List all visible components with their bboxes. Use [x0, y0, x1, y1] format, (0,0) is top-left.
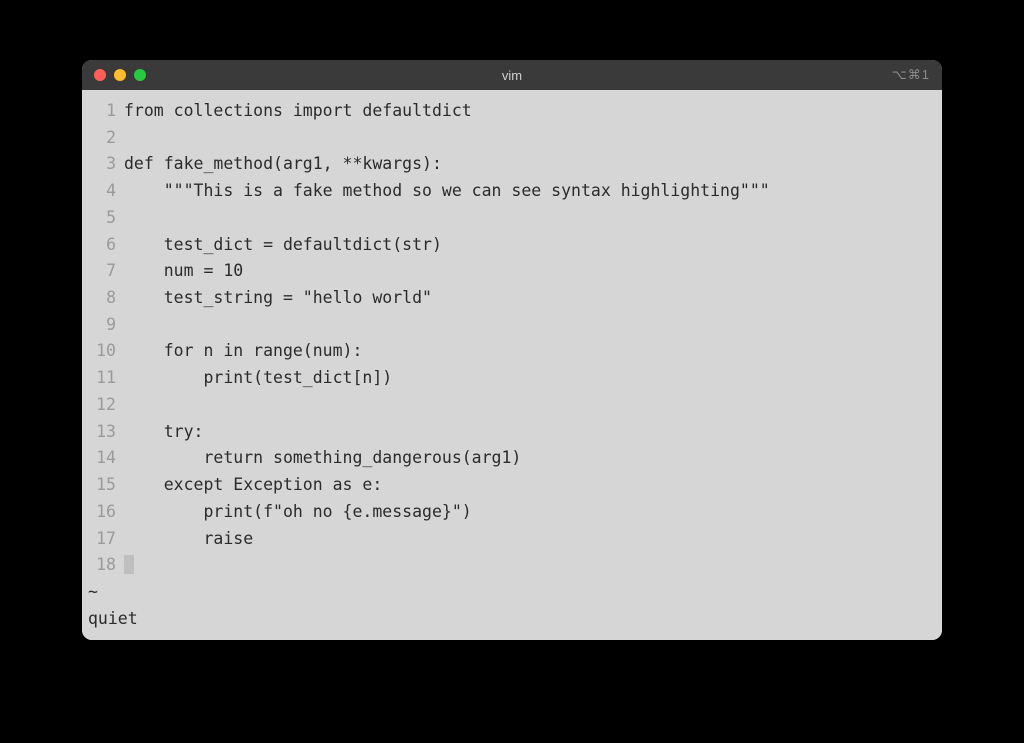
tilde-marker: ~	[82, 579, 98, 606]
code-line: 5	[82, 205, 942, 232]
terminal-window: vim ⌥⌘1 1from collections import default…	[82, 60, 942, 640]
line-number: 10	[82, 338, 124, 365]
tilde-line: ~	[82, 579, 942, 606]
line-number: 2	[82, 125, 124, 152]
code-line: 8 test_string = "hello world"	[82, 285, 942, 312]
line-number: 5	[82, 205, 124, 232]
code-line: 11 print(test_dict[n])	[82, 365, 942, 392]
line-number: 12	[82, 392, 124, 419]
code-line: 4 """This is a fake method so we can see…	[82, 178, 942, 205]
line-number: 4	[82, 178, 124, 205]
minimize-icon[interactable]	[114, 69, 126, 81]
code-line: 1from collections import defaultdict	[82, 98, 942, 125]
code-text: def fake_method(arg1, **kwargs):	[124, 151, 942, 178]
code-line: 14 return something_dangerous(arg1)	[82, 445, 942, 472]
code-line: 10 for n in range(num):	[82, 338, 942, 365]
code-text: from collections import defaultdict	[124, 98, 942, 125]
code-text: print(test_dict[n])	[124, 365, 942, 392]
line-number: 6	[82, 232, 124, 259]
code-text	[124, 392, 942, 419]
line-number: 11	[82, 365, 124, 392]
code-line: 18	[82, 552, 942, 579]
code-line: 3def fake_method(arg1, **kwargs):	[82, 151, 942, 178]
titlebar: vim ⌥⌘1	[82, 60, 942, 90]
line-number: 7	[82, 258, 124, 285]
code-text: raise	[124, 526, 942, 553]
line-number: 8	[82, 285, 124, 312]
close-icon[interactable]	[94, 69, 106, 81]
line-number: 18	[82, 552, 124, 579]
line-number: 17	[82, 526, 124, 553]
window-shortcut-label: ⌥⌘1	[892, 67, 930, 83]
code-line: 16 print(f"oh no {e.message}")	[82, 499, 942, 526]
line-number: 14	[82, 445, 124, 472]
line-number: 3	[82, 151, 124, 178]
line-number: 9	[82, 312, 124, 339]
code-text: for n in range(num):	[124, 338, 942, 365]
code-text: """This is a fake method so we can see s…	[124, 178, 942, 205]
traffic-lights	[94, 69, 146, 81]
window-title: vim	[82, 68, 942, 83]
code-line: 15 except Exception as e:	[82, 472, 942, 499]
code-text: test_dict = defaultdict(str)	[124, 232, 942, 259]
code-text: num = 10	[124, 258, 942, 285]
line-number: 1	[82, 98, 124, 125]
code-line: 13 try:	[82, 419, 942, 446]
code-text	[124, 205, 942, 232]
code-line: 2	[82, 125, 942, 152]
code-text: try:	[124, 419, 942, 446]
status-line: quiet	[82, 606, 942, 637]
code-line: 9	[82, 312, 942, 339]
line-number: 13	[82, 419, 124, 446]
code-line: 7 num = 10	[82, 258, 942, 285]
code-text	[124, 312, 942, 339]
code-line: 12	[82, 392, 942, 419]
editor-area[interactable]: 1from collections import defaultdict 2 3…	[82, 90, 942, 640]
code-text	[124, 552, 942, 579]
code-text: return something_dangerous(arg1)	[124, 445, 942, 472]
line-number: 15	[82, 472, 124, 499]
code-text: print(f"oh no {e.message}")	[124, 499, 942, 526]
code-text: test_string = "hello world"	[124, 285, 942, 312]
code-text: except Exception as e:	[124, 472, 942, 499]
status-text: quiet	[82, 606, 138, 637]
code-line: 6 test_dict = defaultdict(str)	[82, 232, 942, 259]
cursor-icon	[124, 555, 134, 574]
line-number: 16	[82, 499, 124, 526]
zoom-icon[interactable]	[134, 69, 146, 81]
code-text	[124, 125, 942, 152]
code-line: 17 raise	[82, 526, 942, 553]
